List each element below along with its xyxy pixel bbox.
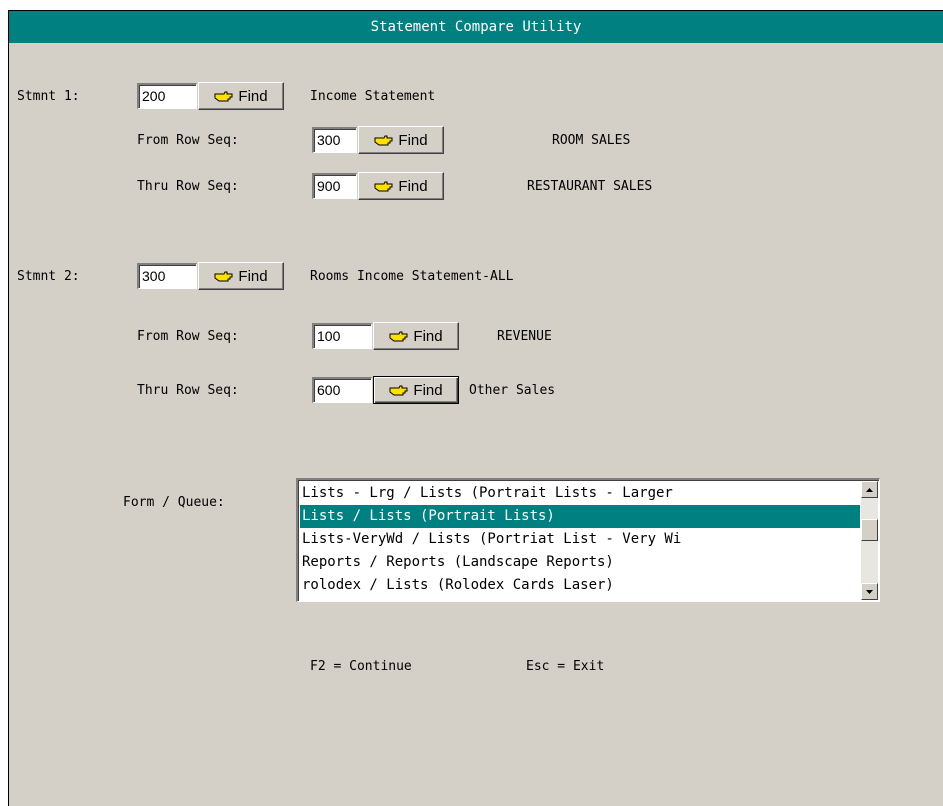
stmt2-find-button[interactable]: Find xyxy=(198,262,284,290)
find-label: Find xyxy=(413,381,443,399)
list-item[interactable]: Lists / Lists (Portrait Lists) xyxy=(300,505,860,528)
arrow-up-icon[interactable] xyxy=(861,481,878,498)
pointing-hand-icon xyxy=(389,329,409,343)
stmt2-from-find-button[interactable]: Find xyxy=(373,322,459,350)
stmt2-from-description: REVENUE xyxy=(497,329,552,344)
list-item[interactable]: Reports / Reports (Landscape Reports) xyxy=(300,551,860,574)
form-queue-label: Form / Queue: xyxy=(123,495,225,510)
listbox-scrollbar[interactable] xyxy=(861,481,878,600)
find-label: Find xyxy=(413,327,443,345)
find-label: Find xyxy=(238,87,268,105)
exit-hint: Esc = Exit xyxy=(526,659,605,674)
stmt1-from-label: From Row Seq: xyxy=(137,133,239,148)
stmt1-from-input[interactable]: 300 xyxy=(312,127,357,153)
list-item[interactable]: Lists-VeryWd / Lists (Portriat List - Ve… xyxy=(300,528,860,551)
arrow-down-icon[interactable] xyxy=(861,583,878,600)
pointing-hand-icon xyxy=(389,383,409,397)
stmt1-input[interactable]: 200 xyxy=(137,83,197,109)
scrollbar-thumb[interactable] xyxy=(861,519,878,541)
stmt2-from-input[interactable]: 100 xyxy=(312,323,372,349)
stmt1-from-description: ROOM SALES xyxy=(552,133,631,148)
stmt2-label: Stmnt 2: xyxy=(17,269,80,284)
find-label: Find xyxy=(398,131,428,149)
continue-hint: F2 = Continue xyxy=(310,659,412,674)
stmt1-thru-input[interactable]: 900 xyxy=(312,173,357,199)
stmt1-thru-label: Thru Row Seq: xyxy=(137,179,239,194)
pointing-hand-icon xyxy=(214,269,234,283)
form-queue-items: Lists - Lrg / Lists (Portrait Lists - La… xyxy=(300,482,860,597)
find-label: Find xyxy=(398,177,428,195)
pointing-hand-icon xyxy=(374,179,394,193)
stmt1-thru-find-button[interactable]: Find xyxy=(358,172,444,200)
list-item[interactable]: Lists - Lrg / Lists (Portrait Lists - La… xyxy=(300,482,860,505)
stmt2-thru-find-button[interactable]: Find xyxy=(373,376,459,404)
stmt2-input[interactable]: 300 xyxy=(137,263,197,289)
list-item[interactable]: rolodex / Lists (Rolodex Cards Laser) xyxy=(300,574,860,597)
statement-compare-window: Statement Compare Utility Stmnt 1: 200 F… xyxy=(8,10,943,806)
form-queue-listbox[interactable]: Lists - Lrg / Lists (Portrait Lists - La… xyxy=(296,478,880,602)
pointing-hand-icon xyxy=(374,133,394,147)
find-label: Find xyxy=(238,267,268,285)
stmt2-thru-description: Other Sales xyxy=(469,383,556,398)
pointing-hand-icon xyxy=(214,89,234,103)
stmt1-find-button[interactable]: Find xyxy=(198,82,284,110)
stmt2-description: Rooms Income Statement-ALL xyxy=(310,269,514,284)
stmt1-description: Income Statement xyxy=(310,89,436,104)
window-title: Statement Compare Utility xyxy=(9,11,943,43)
stmt1-from-find-button[interactable]: Find xyxy=(358,126,444,154)
stmt1-label: Stmnt 1: xyxy=(17,89,80,104)
stmt2-from-label: From Row Seq: xyxy=(137,329,239,344)
stmt2-thru-label: Thru Row Seq: xyxy=(137,383,239,398)
stmt2-thru-input[interactable]: 600 xyxy=(312,377,372,403)
stmt1-thru-description: RESTAURANT SALES xyxy=(527,179,653,194)
